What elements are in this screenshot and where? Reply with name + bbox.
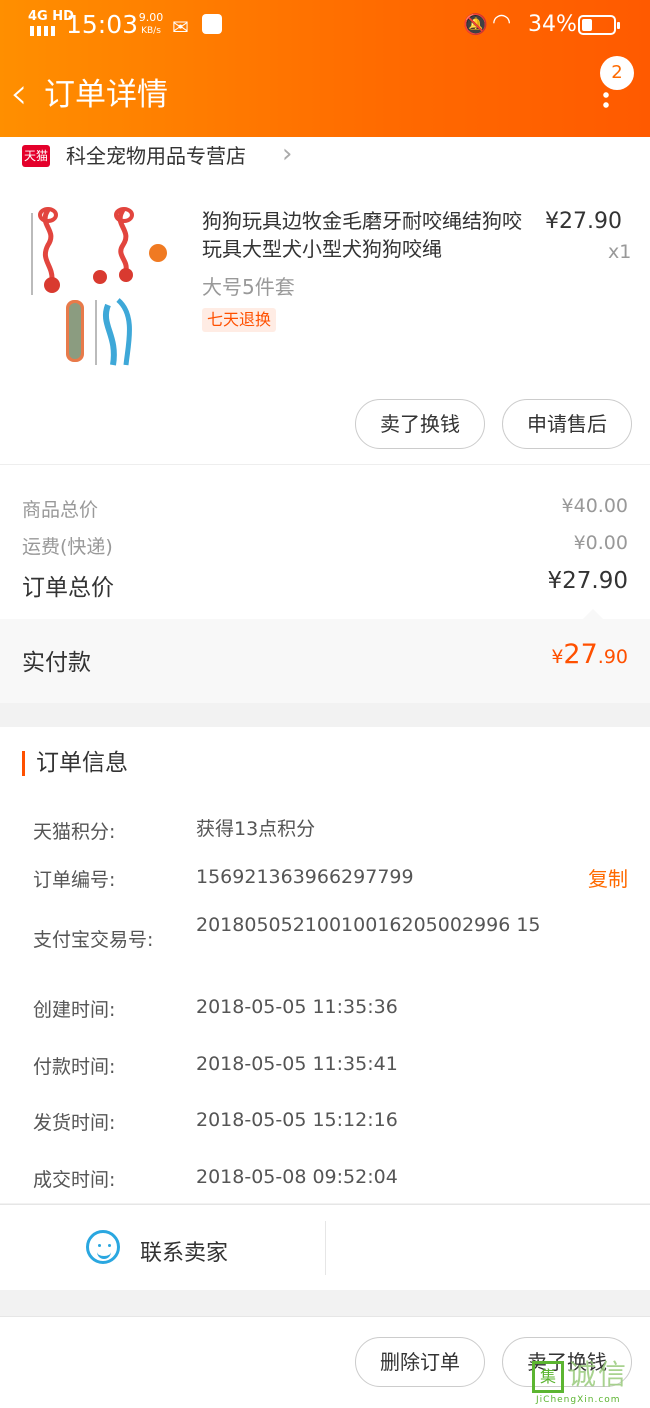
rope-toy-image [31, 207, 167, 366]
back-arrow-icon[interactable]: ‹ [10, 72, 28, 116]
watermark-text: 诚信 [568, 1358, 629, 1391]
message-count-badge[interactable]: 2 [600, 56, 634, 90]
tmall-store-icon: 天猫 [22, 145, 50, 167]
order-info-section: 订单信息 天猫积分: 获得13点积分 订单编号: 156921363966297… [0, 727, 650, 1203]
info-value: 获得13点积分 [196, 818, 316, 840]
chat-face-icon[interactable] [86, 1230, 120, 1264]
alipay-trade-value: 20180505210010016205002996 15 [196, 914, 541, 936]
info-value: 2018-05-08 09:52:04 [196, 1166, 398, 1188]
info-key: 支付宝交易号: [33, 929, 154, 951]
mute-icon: 🔕 [463, 12, 488, 36]
page-title: 订单详情 [44, 77, 168, 113]
product-quantity: x1 [608, 241, 632, 263]
info-key: 创建时间: [33, 999, 116, 1021]
shipping-value: ¥0.00 [573, 532, 628, 554]
more-options-icon[interactable] [603, 90, 609, 110]
battery-level [582, 19, 592, 31]
product-title[interactable]: 狗狗玩具边牧金毛磨牙耐咬绳结狗咬玩具大型犬小型犬狗狗咬绳 [202, 207, 537, 263]
divider [0, 464, 650, 465]
wifi-icon: ◠ [492, 10, 512, 35]
info-key: 订单编号: [33, 869, 116, 891]
shopping-bag-icon [202, 14, 222, 34]
order-total-label: 订单总价 [22, 575, 114, 601]
order-product-card: 天猫 科全宠物用品专营店 › 狗狗玩具边牧金毛磨牙耐咬绳结狗咬玩具大型犬小型犬狗… [0, 137, 650, 703]
contact-seller-button[interactable]: 联系卖家 [140, 1235, 228, 1267]
paid-decimal: .90 [597, 646, 628, 668]
product-sku: 大号5件套 [202, 275, 295, 299]
wechat-icon: ✉ [172, 15, 189, 39]
info-key: 天猫积分: [33, 821, 116, 843]
product-price: ¥27.90 [545, 209, 622, 234]
info-key: 发货时间: [33, 1112, 116, 1134]
info-key: 成交时间: [33, 1169, 116, 1191]
order-total-value: ¥27.90 [547, 568, 628, 594]
info-key: 付款时间: [33, 1056, 116, 1078]
caret-up-icon [583, 609, 603, 619]
paid-integer: 27 [563, 639, 598, 670]
battery-icon [578, 15, 620, 35]
paid-value: ¥27.90 [551, 639, 628, 670]
signal-icon [30, 26, 56, 36]
actual-payment-row: 实付款 ¥27.90 [0, 609, 650, 703]
store-name[interactable]: 科全宠物用品专营店 [66, 143, 246, 169]
speed-unit: KB/s [141, 26, 161, 36]
site-watermark: 集 诚信 JiChengXin.com [532, 1355, 648, 1405]
info-value: 2018-05-05 11:35:41 [196, 1053, 398, 1075]
watermark-logo-box: 集 [532, 1361, 564, 1393]
paid-label: 实付款 [22, 650, 91, 676]
goods-total-label: 商品总价 [22, 499, 99, 521]
return-policy-badge: 七天退换 [202, 308, 277, 332]
copy-order-number-button[interactable]: 复制 [588, 863, 628, 892]
network-speed: 9.00 KB/s [136, 12, 166, 37]
apply-aftersale-button[interactable]: 申请售后 [502, 399, 632, 449]
app-header: 4G HD 15:03 9.00 KB/s ✉ 🔕 ◠ 34% ‹ 订单详情 2 [0, 0, 650, 137]
info-value: 2018-05-05 15:12:16 [196, 1109, 398, 1131]
divider [325, 1221, 326, 1275]
product-thumbnail[interactable] [18, 205, 178, 370]
order-number-value: 156921363966297799 [196, 866, 414, 888]
delete-order-button[interactable]: 删除订单 [355, 1337, 485, 1387]
info-value: 2018-05-05 11:35:36 [196, 996, 398, 1018]
contact-seller-bar: 联系卖家 [0, 1204, 650, 1290]
order-info-title: 订单信息 [22, 751, 128, 776]
battery-percent: 34% [528, 12, 577, 37]
shipping-label: 运费(快递) [22, 536, 113, 558]
speed-value: 9.00 [138, 11, 164, 24]
sell-for-cash-button[interactable]: 卖了换钱 [355, 399, 485, 449]
status-time: 15:03 [66, 10, 139, 39]
goods-total-value: ¥40.00 [561, 495, 628, 517]
watermark-url: JiChengXin.com [536, 1395, 621, 1405]
paid-currency: ¥ [551, 646, 564, 668]
chevron-right-icon[interactable]: › [282, 139, 292, 169]
status-bar: 4G HD 15:03 9.00 KB/s ✉ 🔕 ◠ 34% [0, 0, 650, 52]
